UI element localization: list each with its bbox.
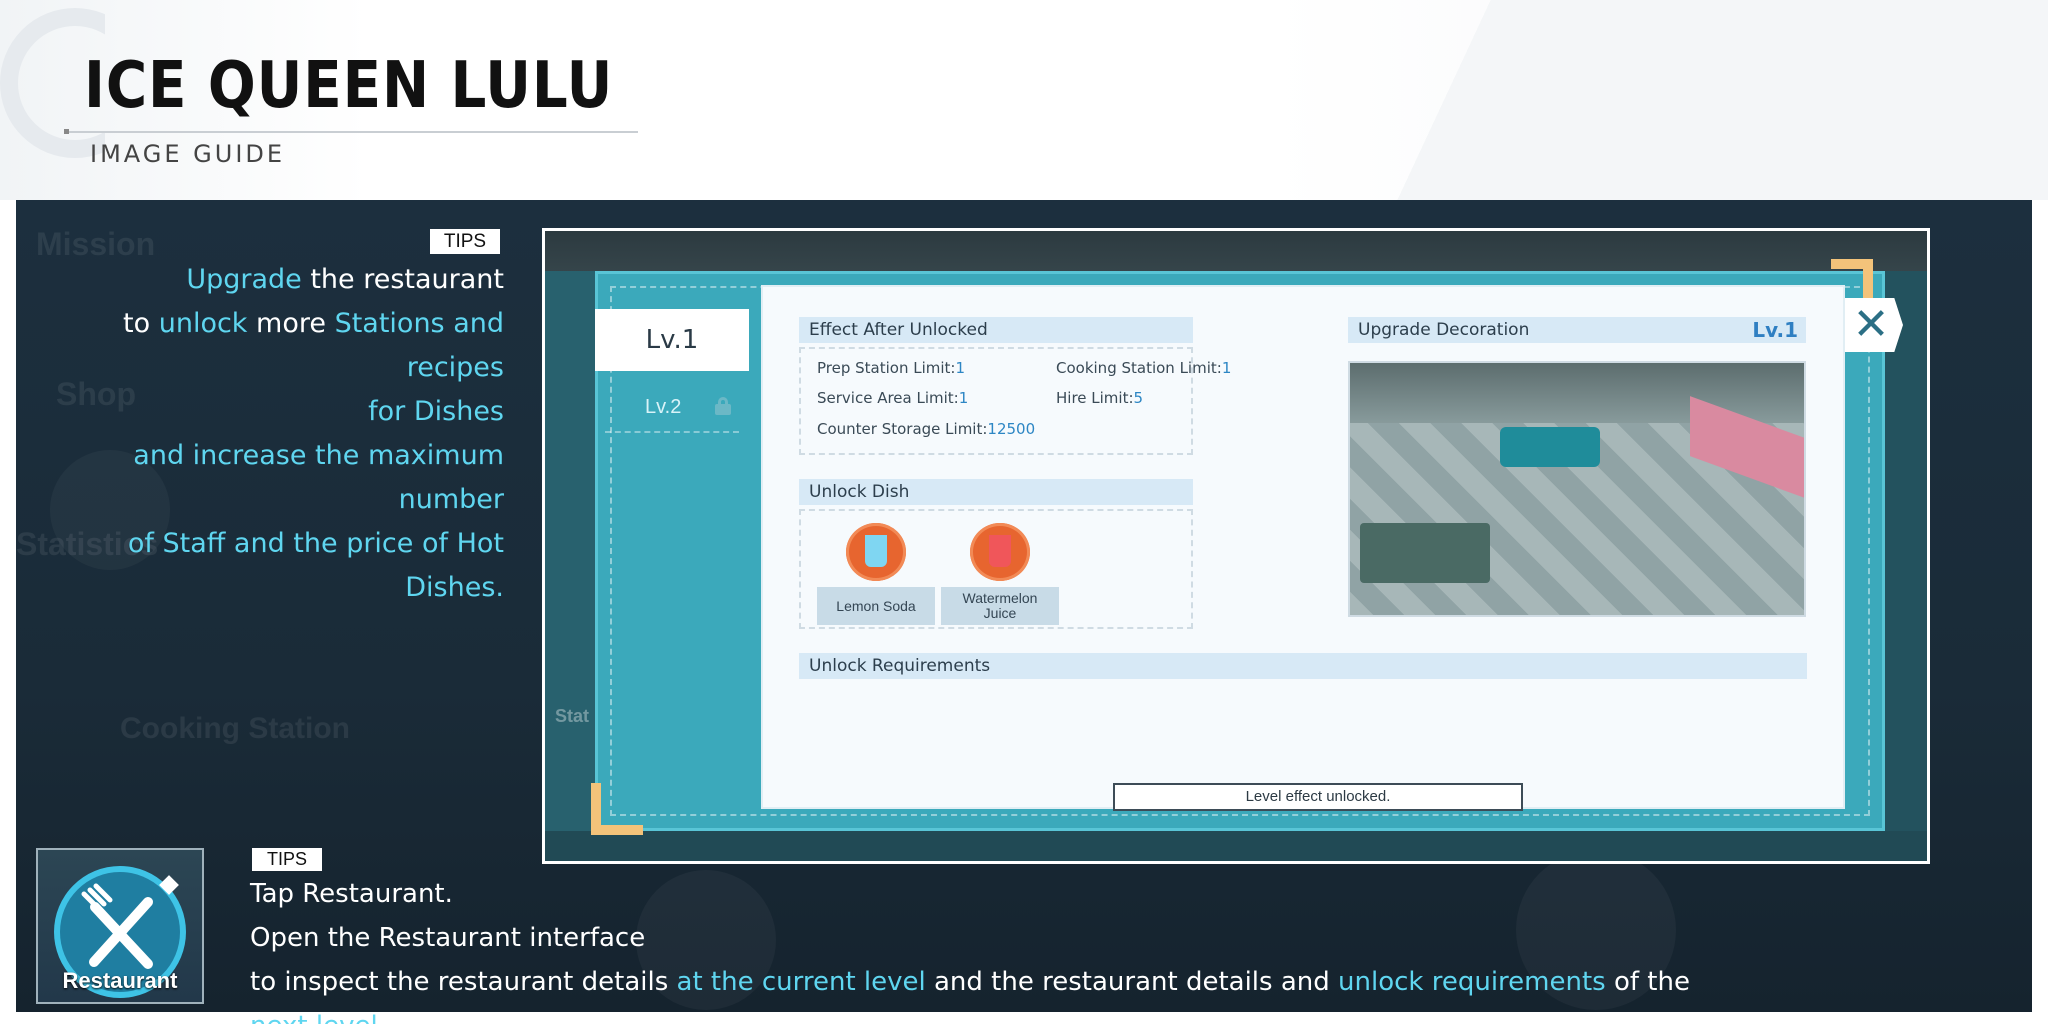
header-decoration [1328, 0, 2048, 200]
stat-value: 1 [1221, 359, 1232, 377]
stat-value: 1 [955, 359, 966, 377]
close-button[interactable]: ✕ [1845, 298, 1903, 352]
tips-line: Open the Restaurant interface [250, 923, 646, 953]
highlight-text: Upgrade [186, 264, 302, 295]
decoration-level-badge: Lv.1 [1752, 318, 1798, 342]
decoration-title: Upgrade Decoration [1358, 320, 1530, 340]
unlock-dish-title: Unlock Dish [799, 479, 1193, 505]
stat-value: 1 [958, 389, 969, 407]
tips-line: Upgrade the restaurant [30, 258, 504, 302]
lock-icon [715, 397, 731, 415]
stat-service-area: Service Area Limit:1 [817, 389, 968, 407]
lemon-soda-icon [846, 523, 906, 581]
requirements-title: Unlock Requirements [799, 653, 1807, 679]
tips-line: for Dishes [30, 390, 504, 434]
decoration-section-title: Upgrade Decoration Lv.1 [1348, 317, 1806, 343]
highlight-text: at the current level [676, 967, 926, 997]
highlight-text: unlock [158, 308, 248, 339]
game-screenshot: Stat Lv.1 Lv.2 Effect After Unlocked Pre… [542, 228, 1930, 864]
tips-text-part: of the [1605, 967, 1690, 997]
level-info-card: Effect After Unlocked Prep Station Limit… [763, 287, 1843, 811]
tips-text-part: to inspect the restaurant details [250, 967, 677, 997]
stat-prep-station: Prep Station Limit:1 [817, 359, 965, 377]
dish-label: Watermelon Juice [941, 587, 1059, 625]
restaurant-label: Restaurant [62, 968, 178, 993]
tips-tag: TIPS [430, 229, 500, 254]
bg-label-cooking-station: Cooking Station [120, 712, 350, 745]
corner-decoration [591, 783, 643, 835]
title-divider [64, 131, 638, 133]
tips-line: Tap Restaurant. [250, 879, 453, 909]
effect-section-title: Effect After Unlocked [799, 317, 1193, 343]
watermelon-juice-icon [970, 523, 1030, 581]
highlight-text: next level. [250, 1011, 386, 1024]
requirements-status: Level effect unlocked. [1113, 783, 1523, 811]
tips-text-part: to [123, 308, 159, 339]
tips-line: of Staff and the price of Hot Dishes. [30, 522, 504, 610]
stat-label: Counter Storage Limit: [817, 420, 988, 438]
highlight-text: and increase the maximum number [133, 440, 504, 515]
highlight-text: unlock requirements [1338, 967, 1606, 997]
stat-label: Cooking Station Limit: [1056, 359, 1222, 377]
tips-text: Upgrade the restaurant to unlock more St… [30, 258, 504, 610]
title-divider-dot [64, 129, 69, 134]
stat-cooking-station: Cooking Station Limit:1 [1056, 359, 1231, 377]
bg-label-stat: Stat [555, 706, 590, 726]
highlight-text: for Dishes [368, 396, 504, 427]
stat-value: 12500 [987, 420, 1036, 438]
tips-line: to inspect the restaurant details at the… [250, 960, 1750, 1024]
highlight-text: Stations and recipes [334, 308, 504, 383]
tips-tag: TIPS [252, 848, 322, 871]
page-title: ICE QUEEN LULU [84, 49, 614, 123]
bottom-tips-text: Tap Restaurant. Open the Restaurant inte… [250, 872, 1750, 1024]
dish-label: Lemon Soda [817, 587, 935, 625]
tips-text-part: more [247, 308, 335, 339]
stat-counter-storage: Counter Storage Limit:12500 [817, 420, 1035, 438]
tips-text-part: and the restaurant details and [925, 967, 1339, 997]
highlight-text: of Staff and the price of Hot Dishes. [127, 528, 504, 603]
decoration-preview-image [1348, 361, 1806, 617]
stat-label: Hire Limit: [1056, 389, 1134, 407]
stat-label: Prep Station Limit: [817, 359, 956, 377]
stat-hire-limit: Hire Limit:5 [1056, 389, 1143, 407]
page-subtitle: IMAGE GUIDE [90, 140, 286, 168]
close-icon: ✕ [1852, 300, 1890, 349]
restaurant-button[interactable]: Restaurant [36, 848, 204, 1004]
tips-line: to unlock more Stations and recipes [30, 302, 504, 390]
tips-text-part: the restaurant [301, 264, 504, 295]
tab-lv1[interactable]: Lv.1 [595, 309, 749, 371]
stat-value: 5 [1133, 389, 1144, 407]
stat-label: Service Area Limit: [817, 389, 959, 407]
tips-line: and increase the maximum number [30, 434, 504, 522]
game-bottom-bar [545, 831, 1927, 861]
